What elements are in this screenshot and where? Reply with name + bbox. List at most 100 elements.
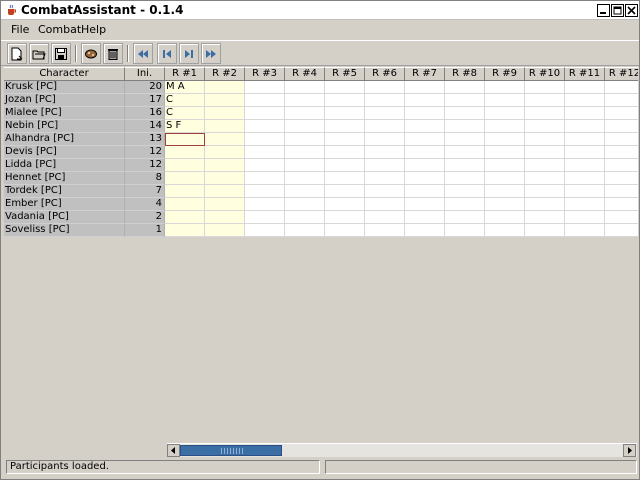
round-action-cell[interactable] bbox=[525, 159, 565, 172]
initiative-cell[interactable]: 1 bbox=[125, 224, 165, 237]
round-action-cell[interactable] bbox=[325, 107, 365, 120]
round-action-cell[interactable]: S F bbox=[165, 120, 205, 133]
round-action-cell[interactable] bbox=[365, 224, 405, 237]
round-action-cell[interactable] bbox=[325, 146, 365, 159]
round-action-cell[interactable] bbox=[245, 185, 285, 198]
round-action-cell[interactable] bbox=[205, 198, 245, 211]
round-action-cell[interactable] bbox=[565, 120, 605, 133]
round-action-cell[interactable] bbox=[605, 159, 638, 172]
round-action-cell[interactable] bbox=[165, 172, 205, 185]
initiative-cell[interactable]: 7 bbox=[125, 185, 165, 198]
round-action-cell[interactable] bbox=[285, 133, 325, 146]
round-action-cell[interactable] bbox=[565, 224, 605, 237]
round-action-cell[interactable]: C bbox=[165, 94, 205, 107]
character-name-cell[interactable]: Ember [PC] bbox=[4, 198, 125, 211]
round-action-cell[interactable] bbox=[605, 172, 638, 185]
column-header-round[interactable]: R #2 bbox=[205, 67, 245, 81]
round-action-cell[interactable]: M A bbox=[165, 81, 205, 94]
character-name-cell[interactable]: Hennet [PC] bbox=[4, 172, 125, 185]
remove-participant-button[interactable] bbox=[103, 43, 123, 64]
round-action-cell[interactable] bbox=[165, 146, 205, 159]
round-action-cell[interactable] bbox=[445, 94, 485, 107]
round-action-cell[interactable] bbox=[405, 224, 445, 237]
roll-initiative-button[interactable] bbox=[81, 43, 101, 64]
column-header-round[interactable]: R #9 bbox=[485, 67, 525, 81]
title-bar[interactable]: CombatAssistant - 0.1.4 bbox=[1, 1, 639, 20]
round-action-cell[interactable] bbox=[525, 133, 565, 146]
round-action-cell[interactable] bbox=[325, 198, 365, 211]
round-action-cell[interactable] bbox=[165, 133, 205, 146]
round-action-cell[interactable] bbox=[485, 94, 525, 107]
round-action-cell[interactable] bbox=[565, 211, 605, 224]
column-header-character[interactable]: Character bbox=[4, 67, 125, 81]
round-action-cell[interactable] bbox=[285, 120, 325, 133]
round-action-cell[interactable] bbox=[525, 107, 565, 120]
new-participant-button[interactable] bbox=[7, 43, 27, 64]
round-action-cell[interactable] bbox=[525, 146, 565, 159]
column-header-initiative[interactable]: Ini. bbox=[125, 67, 165, 81]
round-action-cell[interactable] bbox=[605, 133, 638, 146]
round-action-cell[interactable] bbox=[445, 198, 485, 211]
round-action-cell[interactable] bbox=[245, 198, 285, 211]
round-action-cell[interactable] bbox=[285, 172, 325, 185]
round-action-cell[interactable] bbox=[525, 185, 565, 198]
round-action-cell[interactable] bbox=[525, 211, 565, 224]
last-round-button[interactable] bbox=[201, 43, 221, 64]
round-action-cell[interactable] bbox=[245, 211, 285, 224]
column-header-round[interactable]: R #5 bbox=[325, 67, 365, 81]
column-header-round[interactable]: R #11 bbox=[565, 67, 605, 81]
column-header-round[interactable]: R #8 bbox=[445, 67, 485, 81]
round-action-cell[interactable] bbox=[365, 94, 405, 107]
round-action-cell[interactable] bbox=[445, 159, 485, 172]
round-action-cell[interactable] bbox=[525, 172, 565, 185]
round-action-cell[interactable] bbox=[245, 146, 285, 159]
round-action-cell[interactable] bbox=[285, 211, 325, 224]
initiative-cell[interactable]: 2 bbox=[125, 211, 165, 224]
initiative-cell[interactable]: 13 bbox=[125, 133, 165, 146]
character-name-cell[interactable]: Nebin [PC] bbox=[4, 120, 125, 133]
round-action-cell[interactable] bbox=[485, 107, 525, 120]
round-action-cell[interactable] bbox=[405, 107, 445, 120]
round-action-cell[interactable] bbox=[405, 120, 445, 133]
round-action-cell[interactable] bbox=[245, 172, 285, 185]
column-header-round[interactable]: R #12 bbox=[605, 67, 638, 81]
round-action-cell[interactable] bbox=[525, 94, 565, 107]
character-name-cell[interactable]: Devis [PC] bbox=[4, 146, 125, 159]
round-action-cell[interactable] bbox=[605, 107, 638, 120]
round-action-cell[interactable] bbox=[285, 107, 325, 120]
round-action-cell[interactable] bbox=[525, 224, 565, 237]
round-action-cell[interactable] bbox=[245, 224, 285, 237]
minimize-button[interactable] bbox=[597, 4, 610, 17]
round-action-cell[interactable] bbox=[365, 172, 405, 185]
round-action-cell[interactable] bbox=[205, 172, 245, 185]
round-action-cell[interactable]: C bbox=[165, 107, 205, 120]
round-action-cell[interactable] bbox=[245, 107, 285, 120]
round-action-cell[interactable] bbox=[405, 146, 445, 159]
round-action-cell[interactable] bbox=[325, 172, 365, 185]
initiative-cell[interactable]: 4 bbox=[125, 198, 165, 211]
round-action-cell[interactable] bbox=[525, 120, 565, 133]
round-action-cell[interactable] bbox=[485, 198, 525, 211]
round-action-cell[interactable] bbox=[325, 159, 365, 172]
character-name-cell[interactable]: Alhandra [PC] bbox=[4, 133, 125, 146]
round-action-cell[interactable] bbox=[405, 185, 445, 198]
round-action-cell[interactable] bbox=[405, 198, 445, 211]
round-action-cell[interactable] bbox=[565, 172, 605, 185]
round-action-cell[interactable] bbox=[405, 94, 445, 107]
round-action-cell[interactable] bbox=[245, 81, 285, 94]
round-action-cell[interactable] bbox=[445, 185, 485, 198]
round-action-cell[interactable] bbox=[445, 120, 485, 133]
round-action-cell[interactable] bbox=[565, 198, 605, 211]
round-action-cell[interactable] bbox=[205, 224, 245, 237]
column-header-round[interactable]: R #6 bbox=[365, 67, 405, 81]
round-action-cell[interactable] bbox=[365, 159, 405, 172]
round-action-cell[interactable] bbox=[525, 198, 565, 211]
round-action-cell[interactable] bbox=[565, 159, 605, 172]
round-action-cell[interactable] bbox=[205, 81, 245, 94]
round-action-cell[interactable] bbox=[605, 211, 638, 224]
round-action-cell[interactable] bbox=[445, 172, 485, 185]
round-action-cell[interactable] bbox=[205, 133, 245, 146]
round-action-cell[interactable] bbox=[205, 146, 245, 159]
column-header-round[interactable]: R #1 bbox=[165, 67, 205, 81]
round-action-cell[interactable] bbox=[325, 94, 365, 107]
